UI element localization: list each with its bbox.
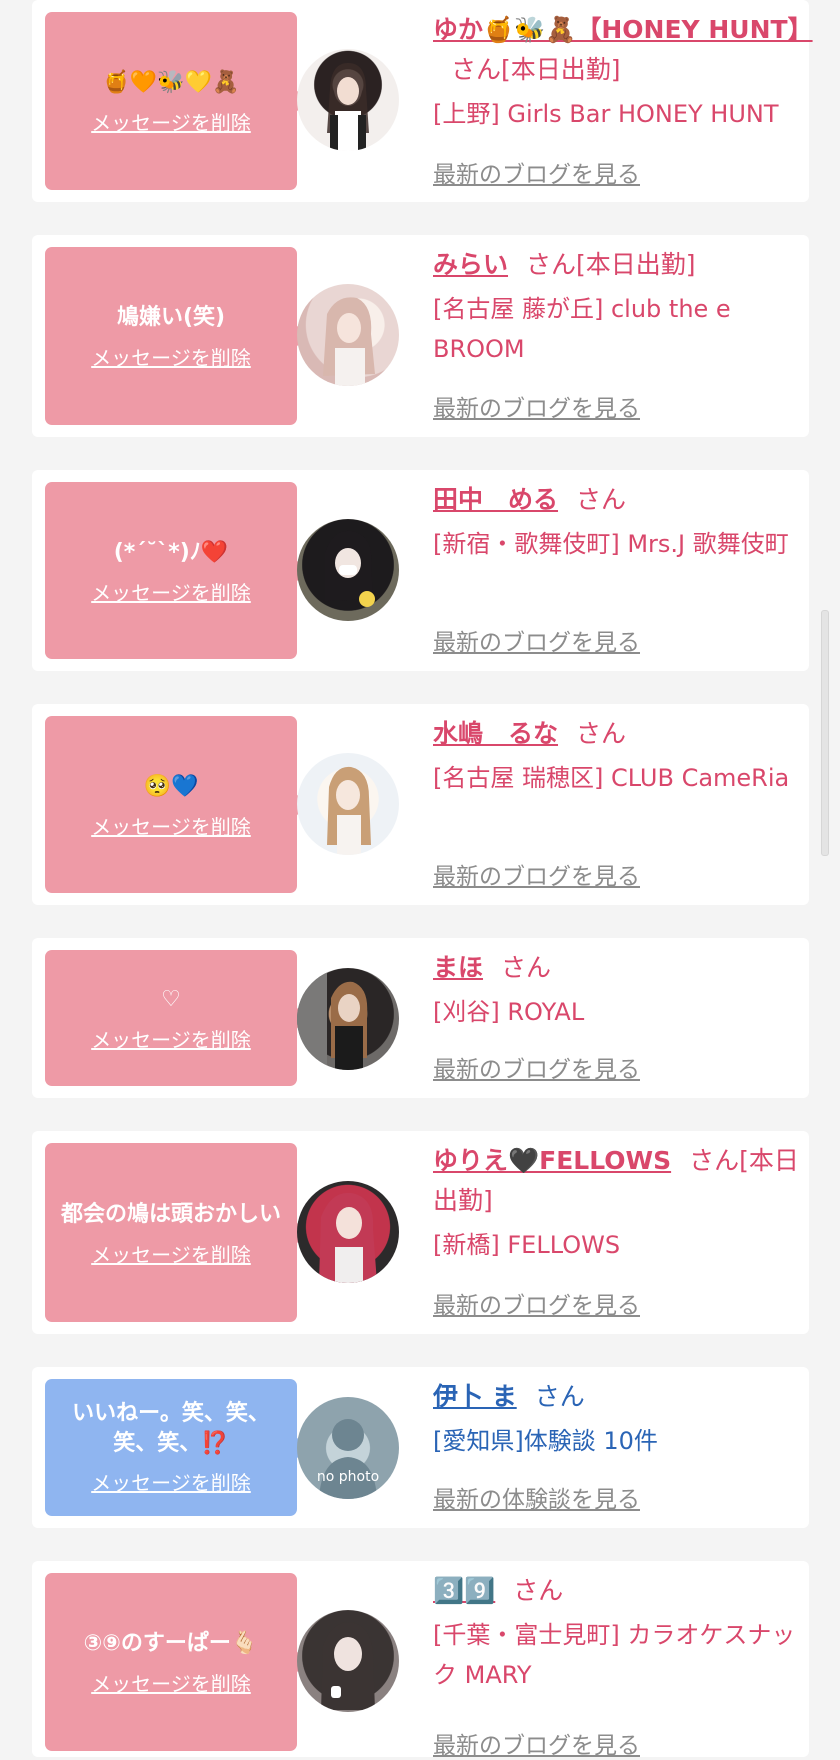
latest-blog-link[interactable]: 最新のブログを見る	[433, 623, 640, 657]
shop-text: [千葉・富士見町] カラオケスナック MARY	[433, 1621, 796, 1689]
status-text: さん	[513, 1576, 564, 1605]
cast-info: まほ さん [刈谷] ROYAL	[433, 948, 803, 1032]
cast-info: 田中 める さん [新宿・歌舞伎町] Mrs.J 歌舞伎町	[433, 480, 803, 564]
avatar[interactable]	[297, 968, 399, 1070]
message-bubble: ♡ メッセージを削除	[45, 950, 308, 1086]
cast-info: みらい さん[本日出勤] [名古屋 藤が丘] club the e BROOM	[433, 245, 803, 369]
message-text: ③⑨のすーぱー🫰🏻	[83, 1631, 259, 1656]
status-text: さん	[576, 485, 627, 514]
shop-text: [上野] Girls Bar HONEY HUNT	[433, 100, 779, 128]
cast-info: ゆりえ🖤FELLOWS さん[本日出勤] [新橋] FELLOWS	[433, 1141, 803, 1265]
cast-info: ゆか🍯🐝🧸【HONEY HUNT】さん[本日出勤] [上野] Girls Bar…	[433, 10, 813, 134]
delete-message-link[interactable]: メッセージを削除	[91, 342, 251, 371]
cast-name-link[interactable]: 水嶋 るな	[433, 719, 558, 748]
message-bubble: 都会の鳩は頭おかしい メッセージを削除	[45, 1143, 308, 1322]
avatar[interactable]: no photo	[297, 1397, 399, 1499]
avatar[interactable]	[297, 284, 399, 386]
cast-name-link[interactable]: まほ	[433, 953, 483, 982]
message-text: いいねー。笑、笑、笑、笑、⁉️	[72, 1401, 270, 1456]
cast-info: 伊卜 まさん [愛知県]体験談 10件	[433, 1377, 803, 1461]
shop-text: [名古屋 藤が丘] club the e BROOM	[433, 295, 731, 363]
cast-info: 3️⃣9️⃣ さん [千葉・富士見町] カラオケスナック MARY	[433, 1571, 803, 1695]
status-text: さん	[501, 953, 552, 982]
cast-name-link[interactable]: みらい	[433, 250, 508, 279]
cast-name-link[interactable]: ゆか🍯🐝🧸【HONEY HUNT】	[433, 15, 813, 44]
status-text: さん	[534, 1382, 585, 1411]
message-text: (*´˘`*)ﾉ❤️	[113, 539, 229, 565]
message-bubble: ③⑨のすーぱー🫰🏻 メッセージを削除	[45, 1573, 308, 1751]
latest-blog-link[interactable]: 最新のブログを見る	[433, 155, 640, 189]
cast-name-link[interactable]: ゆりえ🖤FELLOWS	[433, 1146, 671, 1175]
status-text: さん	[576, 719, 627, 748]
latest-blog-link[interactable]: 最新のブログを見る	[433, 1726, 640, 1760]
message-text: 🥺💙	[143, 773, 199, 799]
cast-name-link[interactable]: 田中 める	[433, 485, 558, 514]
shop-text: [新橋] FELLOWS	[433, 1231, 621, 1259]
delete-message-link[interactable]: メッセージを削除	[91, 577, 251, 606]
scrollbar[interactable]	[821, 610, 829, 856]
status-text: さん[本日出勤]	[451, 55, 621, 84]
latest-blog-link[interactable]: 最新のブログを見る	[433, 857, 640, 891]
delete-message-link[interactable]: メッセージを削除	[91, 1024, 251, 1053]
shop-text: [新宿・歌舞伎町] Mrs.J 歌舞伎町	[433, 530, 789, 558]
message-bubble: 🥺💙 メッセージを削除	[45, 716, 308, 893]
message-bubble: 鳩嫌い(笑) メッセージを削除	[45, 247, 308, 425]
list-item: ♡ メッセージを削除 まほ さん [刈谷] ROYAL 最新のブログを見る	[32, 938, 809, 1098]
list-item: いいねー。笑、笑、笑、笑、⁉️ メッセージを削除 no photo 伊卜 まさん…	[32, 1367, 809, 1528]
list-item: 🥺💙 メッセージを削除 水嶋 るな さん [名古屋 瑞穂区] CLUB CameR…	[32, 704, 809, 905]
avatar[interactable]	[297, 753, 399, 855]
message-bubble: (*´˘`*)ﾉ❤️ メッセージを削除	[45, 482, 308, 659]
shop-text: [名古屋 瑞穂区] CLUB CameRia	[433, 764, 790, 792]
delete-message-link[interactable]: メッセージを削除	[91, 107, 251, 136]
message-text: 🍯🧡🐝💛🧸	[102, 70, 240, 95]
avatar[interactable]	[297, 49, 399, 151]
avatar[interactable]	[297, 1181, 399, 1283]
list-item: ③⑨のすーぱー🫰🏻 メッセージを削除 3️⃣9️⃣ さん [千葉・富士見町] カラ…	[32, 1561, 809, 1760]
message-bubble: いいねー。笑、笑、笑、笑、⁉️ メッセージを削除	[45, 1379, 308, 1516]
cast-info: 水嶋 るな さん [名古屋 瑞穂区] CLUB CameRia	[433, 714, 803, 798]
latest-blog-link[interactable]: 最新のブログを見る	[433, 389, 640, 423]
latest-review-link[interactable]: 最新の体験談を見る	[433, 1480, 640, 1514]
cast-name-link[interactable]: 3️⃣9️⃣	[433, 1576, 495, 1605]
shop-text: [刈谷] ROYAL	[433, 998, 585, 1026]
shop-text: [愛知県]体験談 10件	[433, 1427, 658, 1455]
list-item: 鳩嫌い(笑) メッセージを削除 みらい さん[本日出勤] [名古屋 藤が丘] cl…	[32, 235, 809, 437]
delete-message-link[interactable]: メッセージを削除	[91, 1239, 251, 1268]
message-text: 鳩嫌い(笑)	[116, 305, 226, 330]
delete-message-link[interactable]: メッセージを削除	[91, 1467, 251, 1496]
message-bubble: 🍯🧡🐝💛🧸 メッセージを削除	[45, 12, 308, 190]
message-text: 都会の鳩は頭おかしい	[60, 1201, 281, 1227]
latest-blog-link[interactable]: 最新のブログを見る	[433, 1050, 640, 1084]
cast-name-link[interactable]: 伊卜 ま	[433, 1382, 517, 1411]
status-text: さん[本日出勤]	[526, 250, 696, 279]
delete-message-link[interactable]: メッセージを削除	[91, 1668, 251, 1697]
list-item: 🍯🧡🐝💛🧸 メッセージを削除 ゆか🍯🐝🧸【HONEY HUNT】さん[本日出勤]…	[32, 0, 813, 202]
message-text: ♡	[161, 987, 181, 1012]
list-item: 都会の鳩は頭おかしい メッセージを削除 ゆりえ🖤FELLOWS さん[本日出勤] …	[32, 1131, 809, 1334]
no-photo-label: no photo	[316, 1469, 380, 1485]
list-item: (*´˘`*)ﾉ❤️ メッセージを削除 田中 める さん [新宿・歌舞伎町] Mr…	[32, 470, 809, 671]
avatar[interactable]	[297, 1610, 399, 1712]
avatar[interactable]	[297, 519, 399, 621]
latest-blog-link[interactable]: 最新のブログを見る	[433, 1286, 640, 1320]
delete-message-link[interactable]: メッセージを削除	[91, 811, 251, 840]
